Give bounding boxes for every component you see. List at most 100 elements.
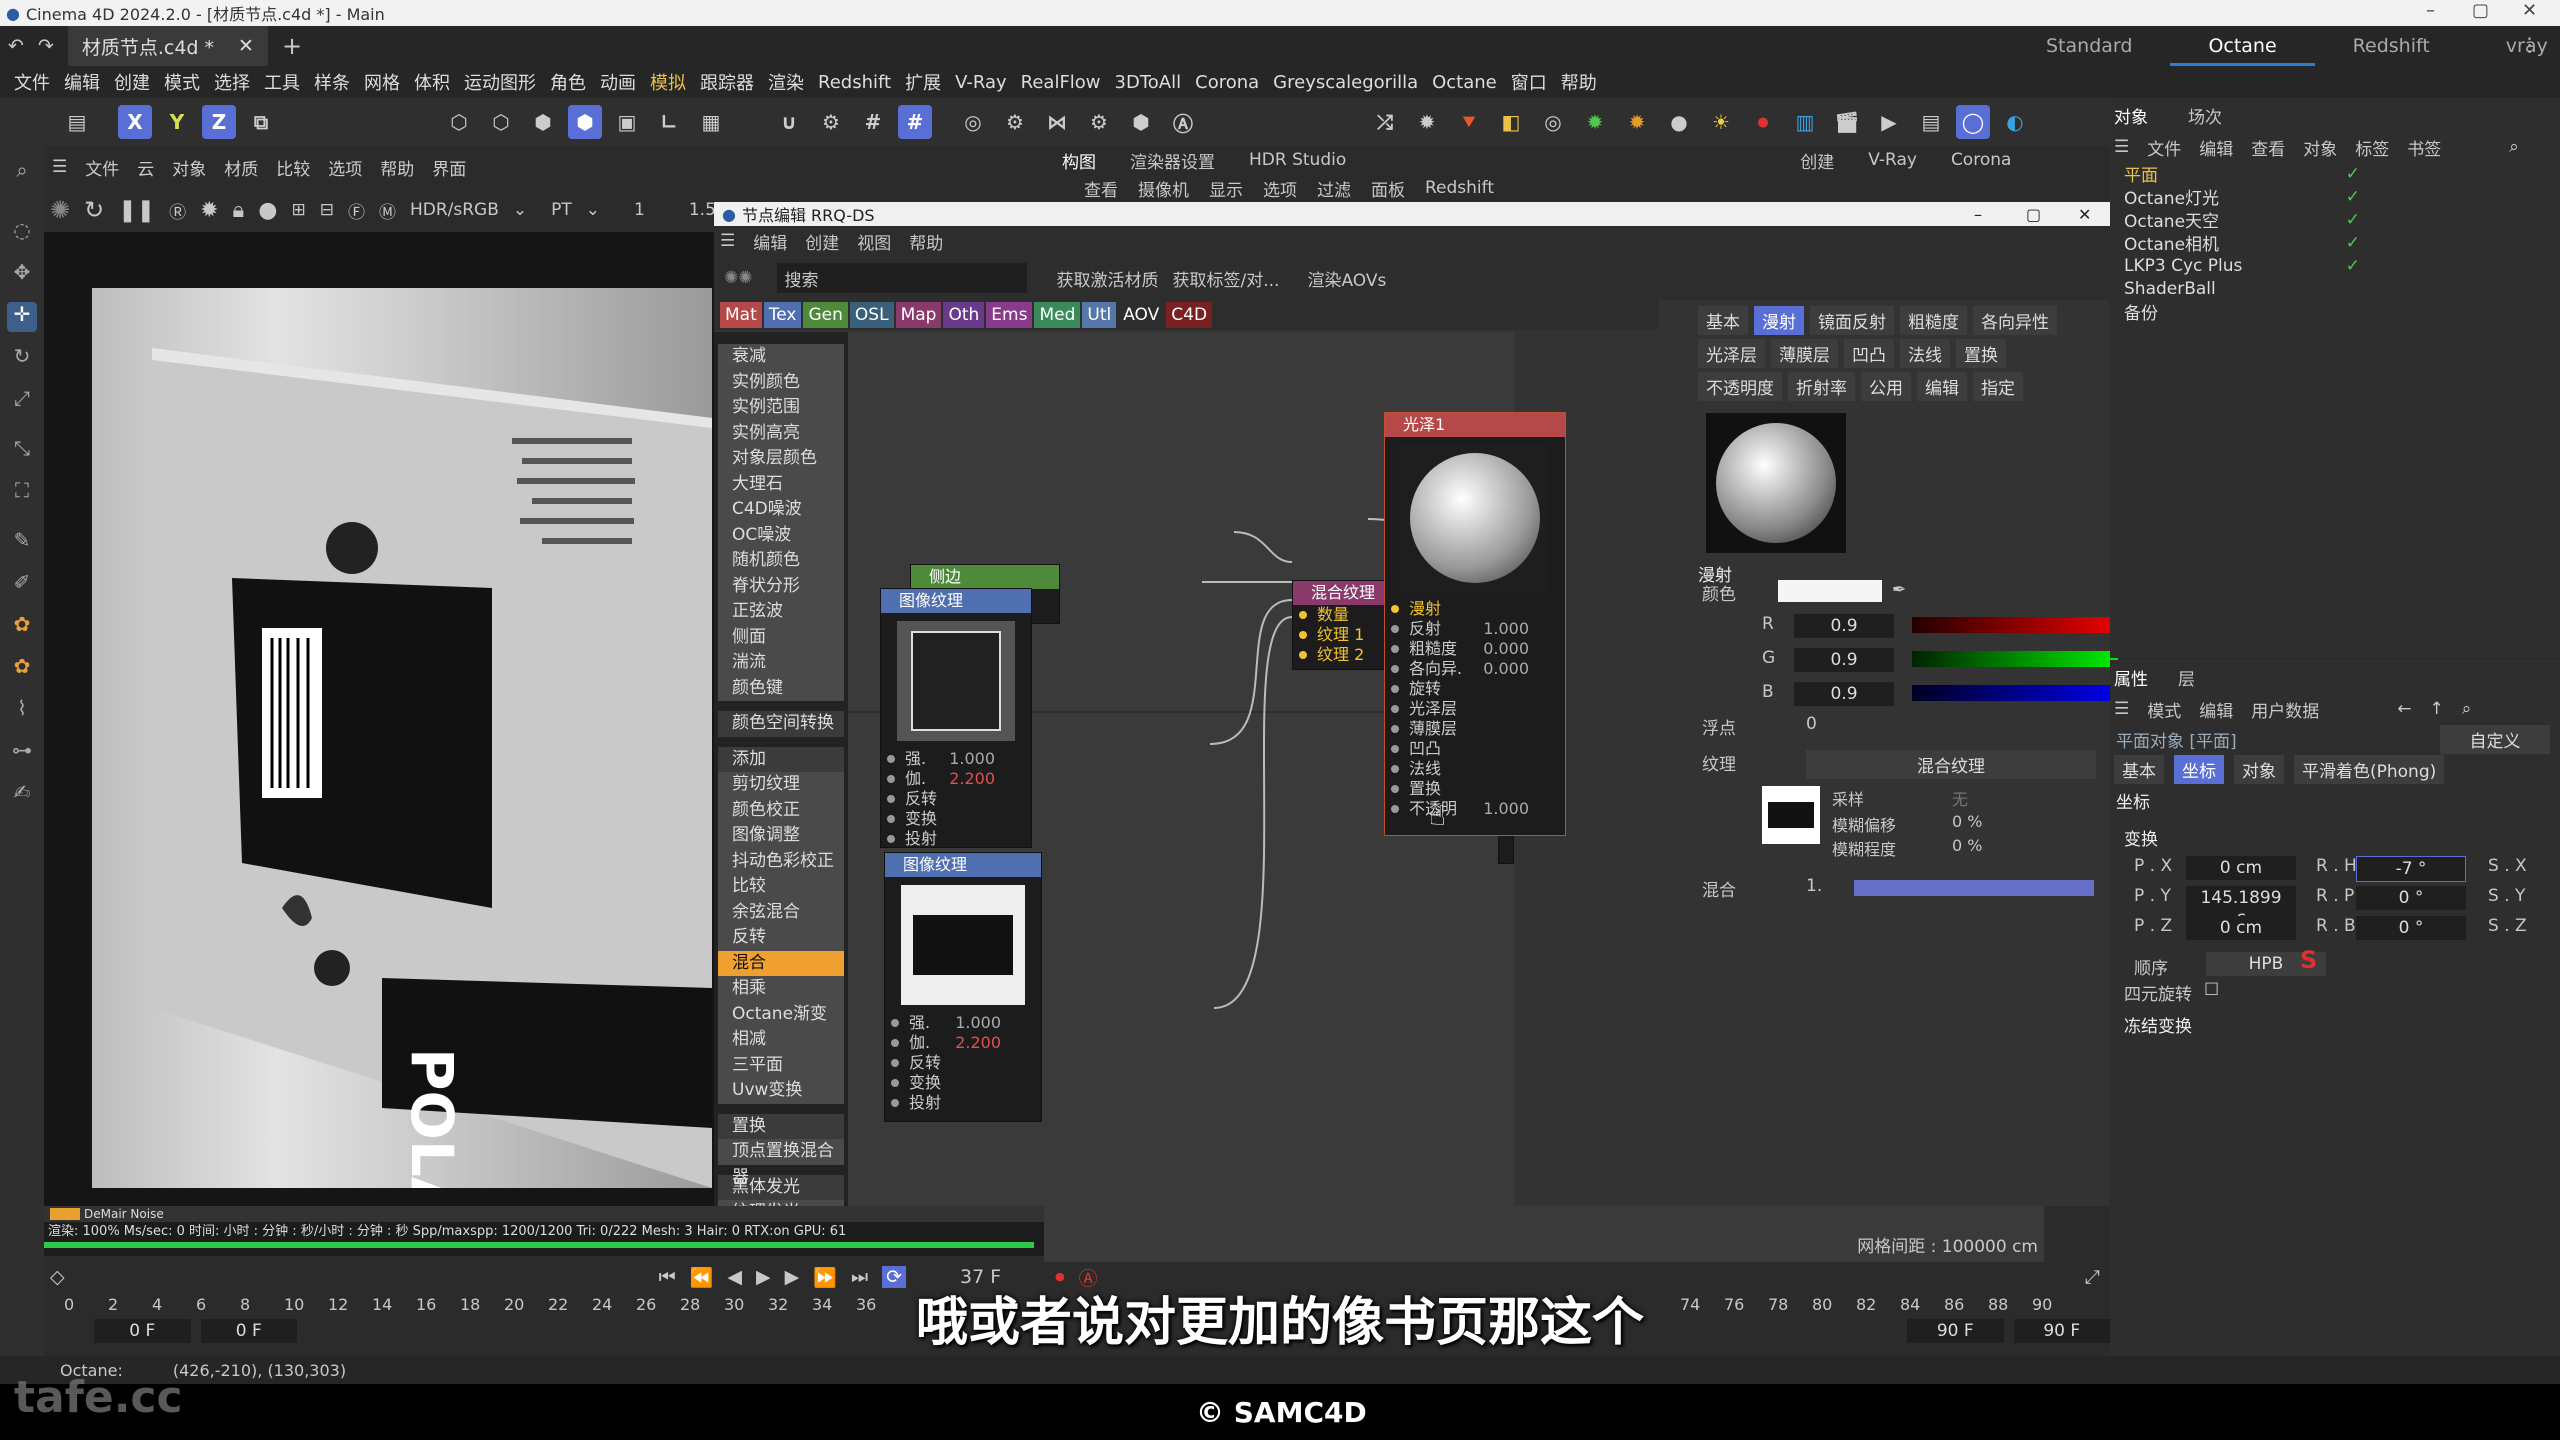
list-item[interactable]: Uvw变换 (718, 1078, 844, 1104)
texture-field[interactable]: 混合纹理 (1806, 750, 2096, 779)
mix-slider[interactable] (1854, 880, 2094, 896)
tab-attributes[interactable]: 属性 (2114, 665, 2148, 690)
m-icon[interactable]: Ⓜ (379, 198, 396, 223)
menu-greyscalegorilla[interactable]: Greyscalegorilla (1273, 72, 1418, 93)
target-icon[interactable]: ◎ (1536, 105, 1570, 139)
menu-tools[interactable]: 工具 (264, 69, 300, 95)
r-slider[interactable] (1912, 617, 2118, 633)
hamburger-icon[interactable]: ☰ (2114, 137, 2129, 157)
list-item[interactable]: 余弦混合 (718, 899, 844, 925)
orange-gear-icon[interactable]: ✹ (1620, 105, 1654, 139)
ne-menu-edit[interactable]: 编辑 (753, 229, 787, 254)
render-region-icon[interactable]: ◎ (956, 105, 990, 139)
b-field[interactable]: 0.9 (1794, 682, 1894, 706)
gamma-value[interactable]: 2.200 (949, 769, 995, 789)
preset-select[interactable]: 自定义 (2440, 724, 2550, 754)
image-texture-node-2[interactable]: 图像纹理 强. 1.000 伽. 2.200 反转 变换 投射 (884, 852, 1042, 1122)
menu-panel[interactable]: 面板 (1371, 176, 1405, 201)
list-item[interactable]: 抖动色彩校正 (718, 848, 844, 874)
menu-3dtoall[interactable]: 3DToAll (1115, 72, 1182, 93)
viewer-menu-interface[interactable]: 界面 (432, 155, 466, 180)
menu-help[interactable]: 帮助 (1561, 69, 1597, 95)
points-mode-icon[interactable]: ⬡ (442, 105, 476, 139)
hamburger-icon[interactable]: ☰ (2114, 699, 2129, 719)
search-icon[interactable]: ⌕ (2509, 137, 2519, 157)
tab-common[interactable]: 公用 (1861, 372, 1911, 401)
quaternion-checkbox[interactable]: ☐ (2204, 980, 2219, 1000)
back-arrow-icon[interactable]: ← (2397, 699, 2411, 719)
cat-map[interactable]: Map (895, 302, 942, 328)
list-item[interactable]: 正弦波 (718, 599, 844, 625)
blur-degree-value[interactable]: 0 % (1952, 836, 1982, 855)
cat-aov[interactable]: AOV (1118, 302, 1165, 328)
om-menu-file[interactable]: 文件 (2147, 135, 2181, 160)
snap-icon[interactable]: ⛶ (7, 478, 37, 508)
list-item[interactable]: 三平面 (718, 1052, 844, 1078)
menu-view[interactable]: 查看 (1084, 176, 1118, 201)
object-row-shaderball[interactable]: ShaderBall (2110, 277, 2560, 300)
menu-edit[interactable]: 编辑 (64, 69, 100, 95)
edges-mode-icon[interactable]: ⬡ (484, 105, 518, 139)
port-value[interactable]: 0.000 (1483, 659, 1529, 679)
object-mode-icon[interactable]: ⬢ (568, 105, 602, 139)
cat-utl[interactable]: Utl (1082, 302, 1117, 328)
menu-spline[interactable]: 样条 (314, 69, 350, 95)
view-icon[interactable]: ◯ (1956, 105, 1990, 139)
menu-corona[interactable]: Corona (1195, 72, 1259, 93)
list-item[interactable]: 实例高亮 (718, 420, 844, 446)
rb-field[interactable]: 0 ° (2356, 916, 2466, 940)
pause-icon[interactable]: ❚❚ (118, 198, 155, 223)
list-item-selected[interactable]: 混合 (718, 950, 844, 976)
close-tab-icon[interactable]: ✕ (238, 35, 254, 57)
sun-icon[interactable]: ☀ (1704, 105, 1738, 139)
viewer-menu-file[interactable]: 文件 (85, 155, 119, 180)
list-item[interactable]: 衰减 (718, 344, 844, 370)
subtab-object[interactable]: 对象 (2234, 754, 2284, 784)
menu-camera[interactable]: 摄像机 (1138, 176, 1189, 201)
cat-ems[interactable]: Ems (986, 302, 1033, 328)
render-settings-icon[interactable]: ⚙ (998, 105, 1032, 139)
port-value[interactable]: 0.000 (1483, 639, 1529, 659)
magnet-icon[interactable]: ∪ (772, 105, 806, 139)
menu-character[interactable]: 角色 (550, 69, 586, 95)
list-item[interactable]: 比较 (718, 874, 844, 900)
layout-octane[interactable]: Octane (2170, 26, 2315, 66)
live-viewer[interactable]: ☰ 文件 云 对象 材质 比较 选项 帮助 界面 ✺ ↻ ❚❚ Ⓡ ✹ 🔒︎ ●… (44, 146, 716, 1318)
list-item[interactable]: 侧面 (718, 624, 844, 650)
ne-menu-view[interactable]: 视图 (857, 229, 891, 254)
list-item[interactable]: 实例颜色 (718, 369, 844, 395)
float-field[interactable]: 0 (1806, 714, 1817, 734)
image-texture-node-1[interactable]: 图像纹理 强. 1.000 伽. 2.200 反转 变换 投射 (880, 588, 1032, 848)
chevron-down-icon[interactable]: ⌄ (586, 200, 600, 220)
panel-menu-create[interactable]: 创建 (1800, 148, 1834, 173)
layout-standard[interactable]: Standard (2008, 35, 2170, 57)
tab-roughness[interactable]: 粗糙度 (1900, 306, 1967, 335)
pt-select[interactable]: PT (551, 200, 572, 220)
axis-mode-icon[interactable]: ∟ (652, 105, 686, 139)
pz-field[interactable]: 0 cm (2186, 916, 2296, 940)
tab-film[interactable]: 薄膜层 (1771, 339, 1838, 368)
om-menu-edit[interactable]: 编辑 (2199, 135, 2233, 160)
gamma-value[interactable]: 2.200 (955, 1033, 1001, 1053)
document-tab[interactable]: 材质节点.c4d * ✕ (67, 26, 268, 66)
list-item[interactable]: 大理石 (718, 471, 844, 497)
panel-menu-vray[interactable]: V-Ray (1868, 150, 1917, 170)
g-slider[interactable] (1912, 651, 2118, 667)
viewer-menu-compare[interactable]: 比较 (276, 155, 310, 180)
list-item[interactable]: 黑体发光 (718, 1174, 844, 1200)
g-field[interactable]: 0.9 (1794, 648, 1894, 672)
axis-z-button[interactable]: Z (202, 105, 236, 139)
green-gear-icon[interactable]: ✹ (1578, 105, 1612, 139)
menu-file[interactable]: 文件 (14, 69, 50, 95)
list-item[interactable]: OC噪波 (718, 522, 844, 548)
panel-menu-corona[interactable]: Corona (1951, 150, 2011, 170)
sphere-material-icon[interactable]: ● (1662, 105, 1696, 139)
search-field[interactable]: 搜索 (776, 263, 1027, 293)
ime-s-icon[interactable]: S (2300, 946, 2317, 974)
check-icon[interactable]: ✓ (2346, 233, 2360, 253)
tab-objects[interactable]: 对象 (2114, 103, 2148, 128)
px-field[interactable]: 0 cm (2186, 856, 2296, 880)
gear-white-icon[interactable]: ✹ (1410, 105, 1444, 139)
list-item[interactable]: 置换 (718, 1113, 844, 1139)
select-icon[interactable]: ◌ (7, 218, 37, 248)
